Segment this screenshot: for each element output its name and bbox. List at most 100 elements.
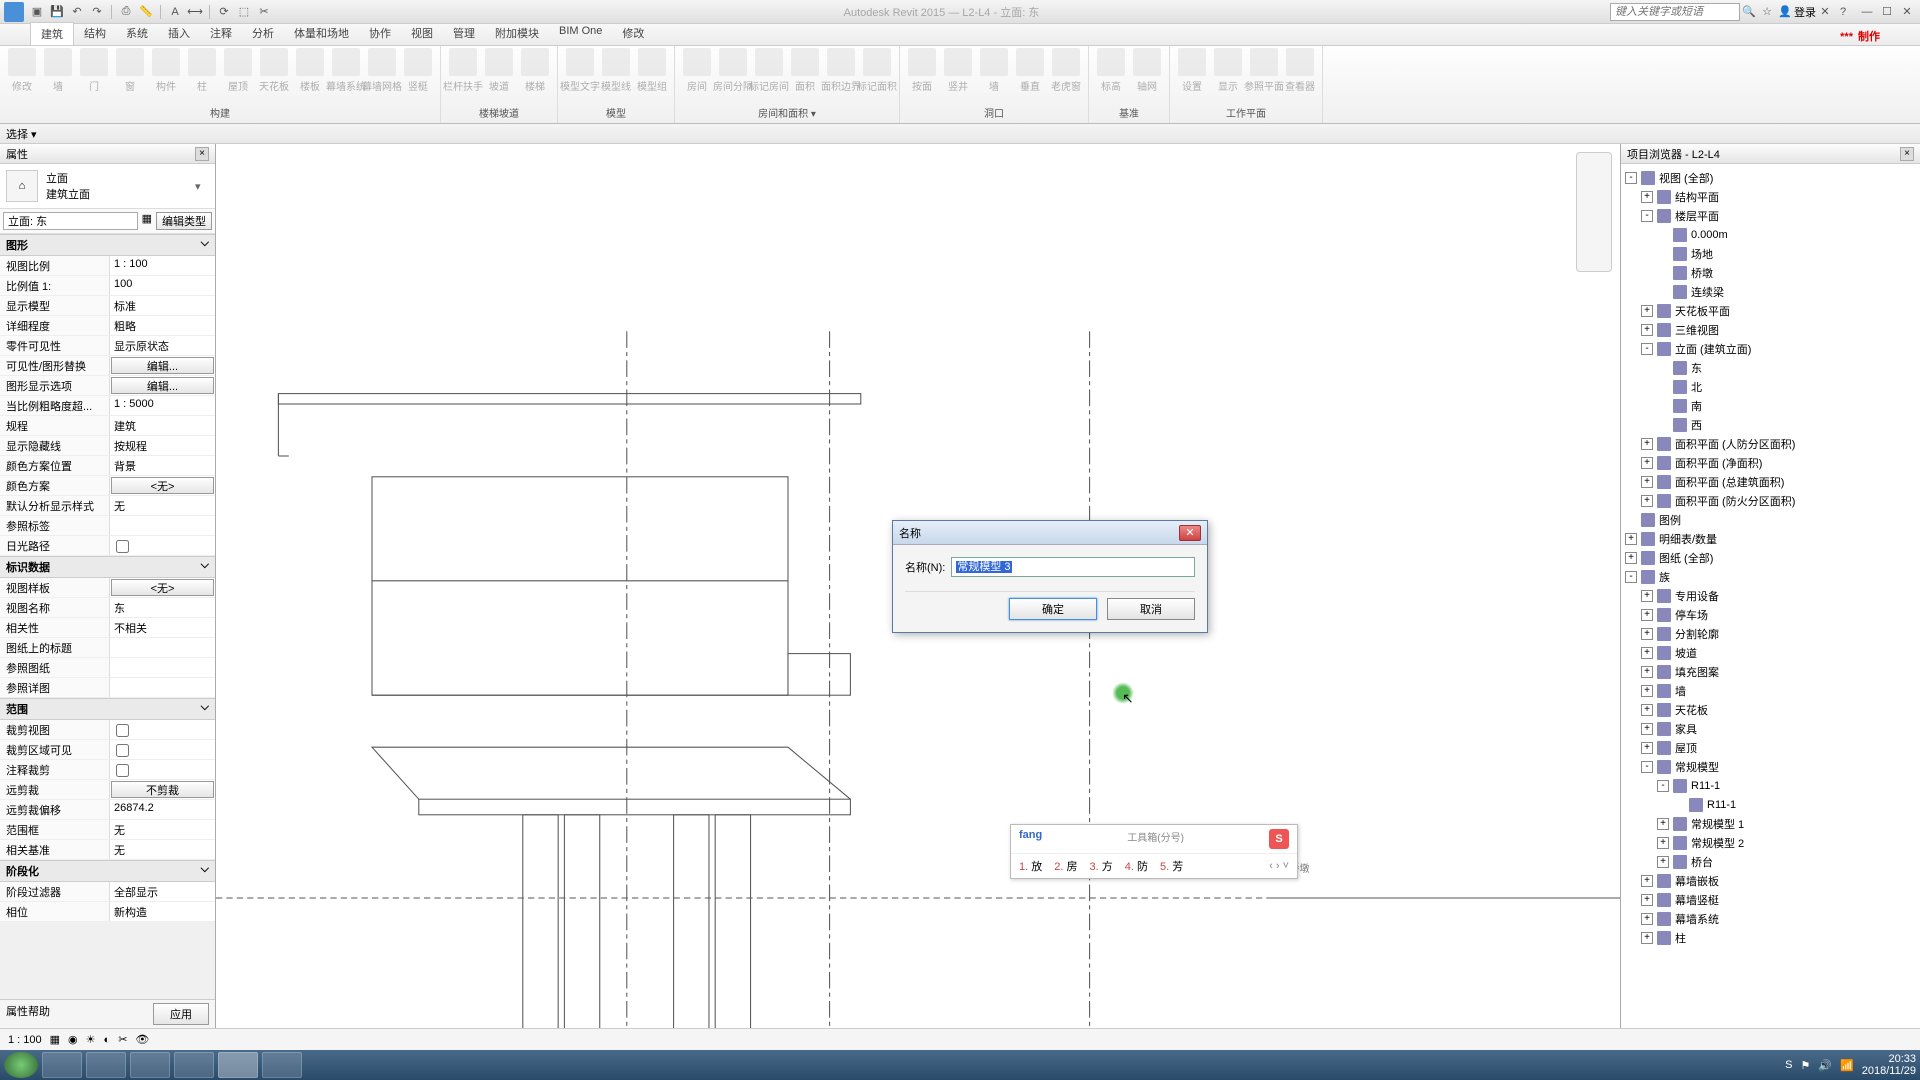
- ribbon-button[interactable]: 模型组: [636, 48, 668, 93]
- tree-node[interactable]: 0.000m: [1625, 225, 1916, 244]
- tree-node[interactable]: +常规模型 1: [1625, 814, 1916, 833]
- prop-section-header[interactable]: 阶段化⌵: [0, 860, 215, 882]
- app-logo-icon[interactable]: [4, 2, 24, 22]
- tree-toggle-icon[interactable]: +: [1641, 742, 1653, 754]
- view-cube[interactable]: [1576, 152, 1612, 272]
- tree-toggle-icon[interactable]: +: [1641, 476, 1653, 488]
- tree-toggle-icon[interactable]: +: [1641, 932, 1653, 944]
- sun-path-icon[interactable]: ☀: [86, 1033, 96, 1046]
- tree-node[interactable]: +常规模型 2: [1625, 833, 1916, 852]
- tree-toggle-icon[interactable]: +: [1641, 704, 1653, 716]
- tree-node[interactable]: 西: [1625, 415, 1916, 434]
- ribbon-button[interactable]: 面积: [789, 48, 821, 93]
- prop-option-button[interactable]: 不剪裁: [111, 781, 214, 798]
- tree-node[interactable]: +填充图案: [1625, 662, 1916, 681]
- ribbon-button[interactable]: 天花板: [258, 48, 290, 93]
- prop-value[interactable]: 100: [110, 276, 215, 295]
- open-icon[interactable]: ▣: [28, 3, 46, 21]
- ime-nav[interactable]: ‹ › ˅: [1269, 860, 1289, 872]
- tree-node[interactable]: +专用设备: [1625, 586, 1916, 605]
- tree-node[interactable]: +柱: [1625, 928, 1916, 947]
- ribbon-tab[interactable]: 视图: [401, 22, 443, 45]
- tree-node[interactable]: -视图 (全部): [1625, 168, 1916, 187]
- tree-node[interactable]: -族: [1625, 567, 1916, 586]
- tree-node[interactable]: +幕墙系统: [1625, 909, 1916, 928]
- ribbon-button[interactable]: 房间: [681, 48, 713, 93]
- tree-node[interactable]: +面积平面 (人防分区面积): [1625, 434, 1916, 453]
- dialog-ok-button[interactable]: 确定: [1009, 598, 1097, 620]
- tree-toggle-icon[interactable]: -: [1641, 210, 1653, 222]
- tree-node[interactable]: 图例: [1625, 510, 1916, 529]
- flag-tray-icon[interactable]: ⚑: [1800, 1059, 1810, 1072]
- tree-toggle-icon[interactable]: +: [1641, 457, 1653, 469]
- help-search-input[interactable]: [1610, 3, 1740, 21]
- prop-value[interactable]: 东: [110, 598, 215, 617]
- ribbon-tab[interactable]: 注释: [200, 22, 242, 45]
- tree-node[interactable]: +幕墙嵌板: [1625, 871, 1916, 890]
- ribbon-button[interactable]: 幕墙网格: [366, 48, 398, 93]
- drawing-canvas[interactable]: 4.000 桥墩 名称 ✕ 名称(N): 常规模型 3 确定 取消: [216, 144, 1620, 1028]
- network-tray-icon[interactable]: 📶: [1840, 1059, 1854, 1072]
- sync-icon[interactable]: ⟳: [215, 3, 233, 21]
- ribbon-button[interactable]: 门: [78, 48, 110, 93]
- prop-checkbox[interactable]: [116, 540, 129, 553]
- ribbon-button[interactable]: 屋顶: [222, 48, 254, 93]
- tree-node[interactable]: +图纸 (全部): [1625, 548, 1916, 567]
- ribbon-button[interactable]: 窗: [114, 48, 146, 93]
- prop-value[interactable]: 新构造: [110, 902, 215, 921]
- ime-candidate[interactable]: 2. 房: [1054, 858, 1077, 874]
- type-selector[interactable]: ⌂ 立面 建筑立面 ▾: [0, 164, 215, 209]
- filter-icon[interactable]: ▦: [142, 212, 152, 230]
- tree-toggle-icon[interactable]: +: [1641, 666, 1653, 678]
- view-scale[interactable]: 1 : 100: [8, 1034, 42, 1046]
- ribbon-button[interactable]: 楼梯: [519, 48, 551, 93]
- tree-toggle-icon[interactable]: +: [1657, 856, 1669, 868]
- minimize-button[interactable]: —: [1858, 4, 1876, 20]
- ribbon-button[interactable]: 查看器: [1284, 48, 1316, 93]
- tree-toggle-icon[interactable]: -: [1641, 343, 1653, 355]
- tree-node[interactable]: 场地: [1625, 244, 1916, 263]
- prop-value[interactable]: [110, 678, 215, 697]
- ribbon-button[interactable]: 参照平面: [1248, 48, 1280, 93]
- tree-toggle-icon[interactable]: -: [1625, 571, 1637, 583]
- tree-node[interactable]: +坡道: [1625, 643, 1916, 662]
- dialog-name-input[interactable]: 常规模型 3: [951, 557, 1195, 577]
- tree-toggle-icon[interactable]: +: [1625, 533, 1637, 545]
- system-tray[interactable]: S ⚑ 🔊 📶 20:332018/11/29: [1785, 1053, 1916, 1077]
- prop-value[interactable]: 1 : 100: [110, 256, 215, 275]
- tree-node[interactable]: +天花板平面: [1625, 301, 1916, 320]
- tree-node[interactable]: -常规模型: [1625, 757, 1916, 776]
- ribbon-button[interactable]: 设置: [1176, 48, 1208, 93]
- chevron-down-icon[interactable]: ▾: [195, 180, 209, 193]
- notepad-task-icon[interactable]: [130, 1052, 170, 1078]
- tree-node[interactable]: 连续梁: [1625, 282, 1916, 301]
- prop-value[interactable]: 显示原状态: [110, 336, 215, 355]
- ribbon-tab[interactable]: 系统: [116, 22, 158, 45]
- tree-toggle-icon[interactable]: -: [1641, 761, 1653, 773]
- tree-toggle-icon[interactable]: +: [1641, 875, 1653, 887]
- maximize-button[interactable]: ☐: [1878, 4, 1896, 20]
- ribbon-tab[interactable]: 分析: [242, 22, 284, 45]
- ribbon-button[interactable]: 按面: [906, 48, 938, 93]
- revit-task-icon[interactable]: [218, 1052, 258, 1078]
- ribbon-button[interactable]: 老虎窗: [1050, 48, 1082, 93]
- ribbon-button[interactable]: 墙: [42, 48, 74, 93]
- tree-toggle-icon[interactable]: +: [1641, 438, 1653, 450]
- tree-node[interactable]: +桥台: [1625, 852, 1916, 871]
- ribbon-button[interactable]: 显示: [1212, 48, 1244, 93]
- player-task-icon[interactable]: [262, 1052, 302, 1078]
- ribbon-button[interactable]: 标记面积: [861, 48, 893, 93]
- ribbon-tab[interactable]: 管理: [443, 22, 485, 45]
- tree-node[interactable]: +幕墙竖梃: [1625, 890, 1916, 909]
- ribbon-button[interactable]: 房间分隔: [717, 48, 749, 93]
- tree-node[interactable]: +分割轮廓: [1625, 624, 1916, 643]
- browser-close-button[interactable]: ×: [1900, 147, 1914, 161]
- ribbon-tab[interactable]: BIM One: [549, 22, 612, 45]
- help-icon[interactable]: ?: [1834, 3, 1852, 21]
- ribbon-button[interactable]: 坡道: [483, 48, 515, 93]
- instance-combo[interactable]: 立面: 东: [3, 212, 138, 230]
- tree-toggle-icon[interactable]: -: [1625, 172, 1637, 184]
- detail-level-icon[interactable]: ▦: [50, 1033, 60, 1046]
- browser-task-icon[interactable]: [86, 1052, 126, 1078]
- tree-toggle-icon[interactable]: +: [1625, 552, 1637, 564]
